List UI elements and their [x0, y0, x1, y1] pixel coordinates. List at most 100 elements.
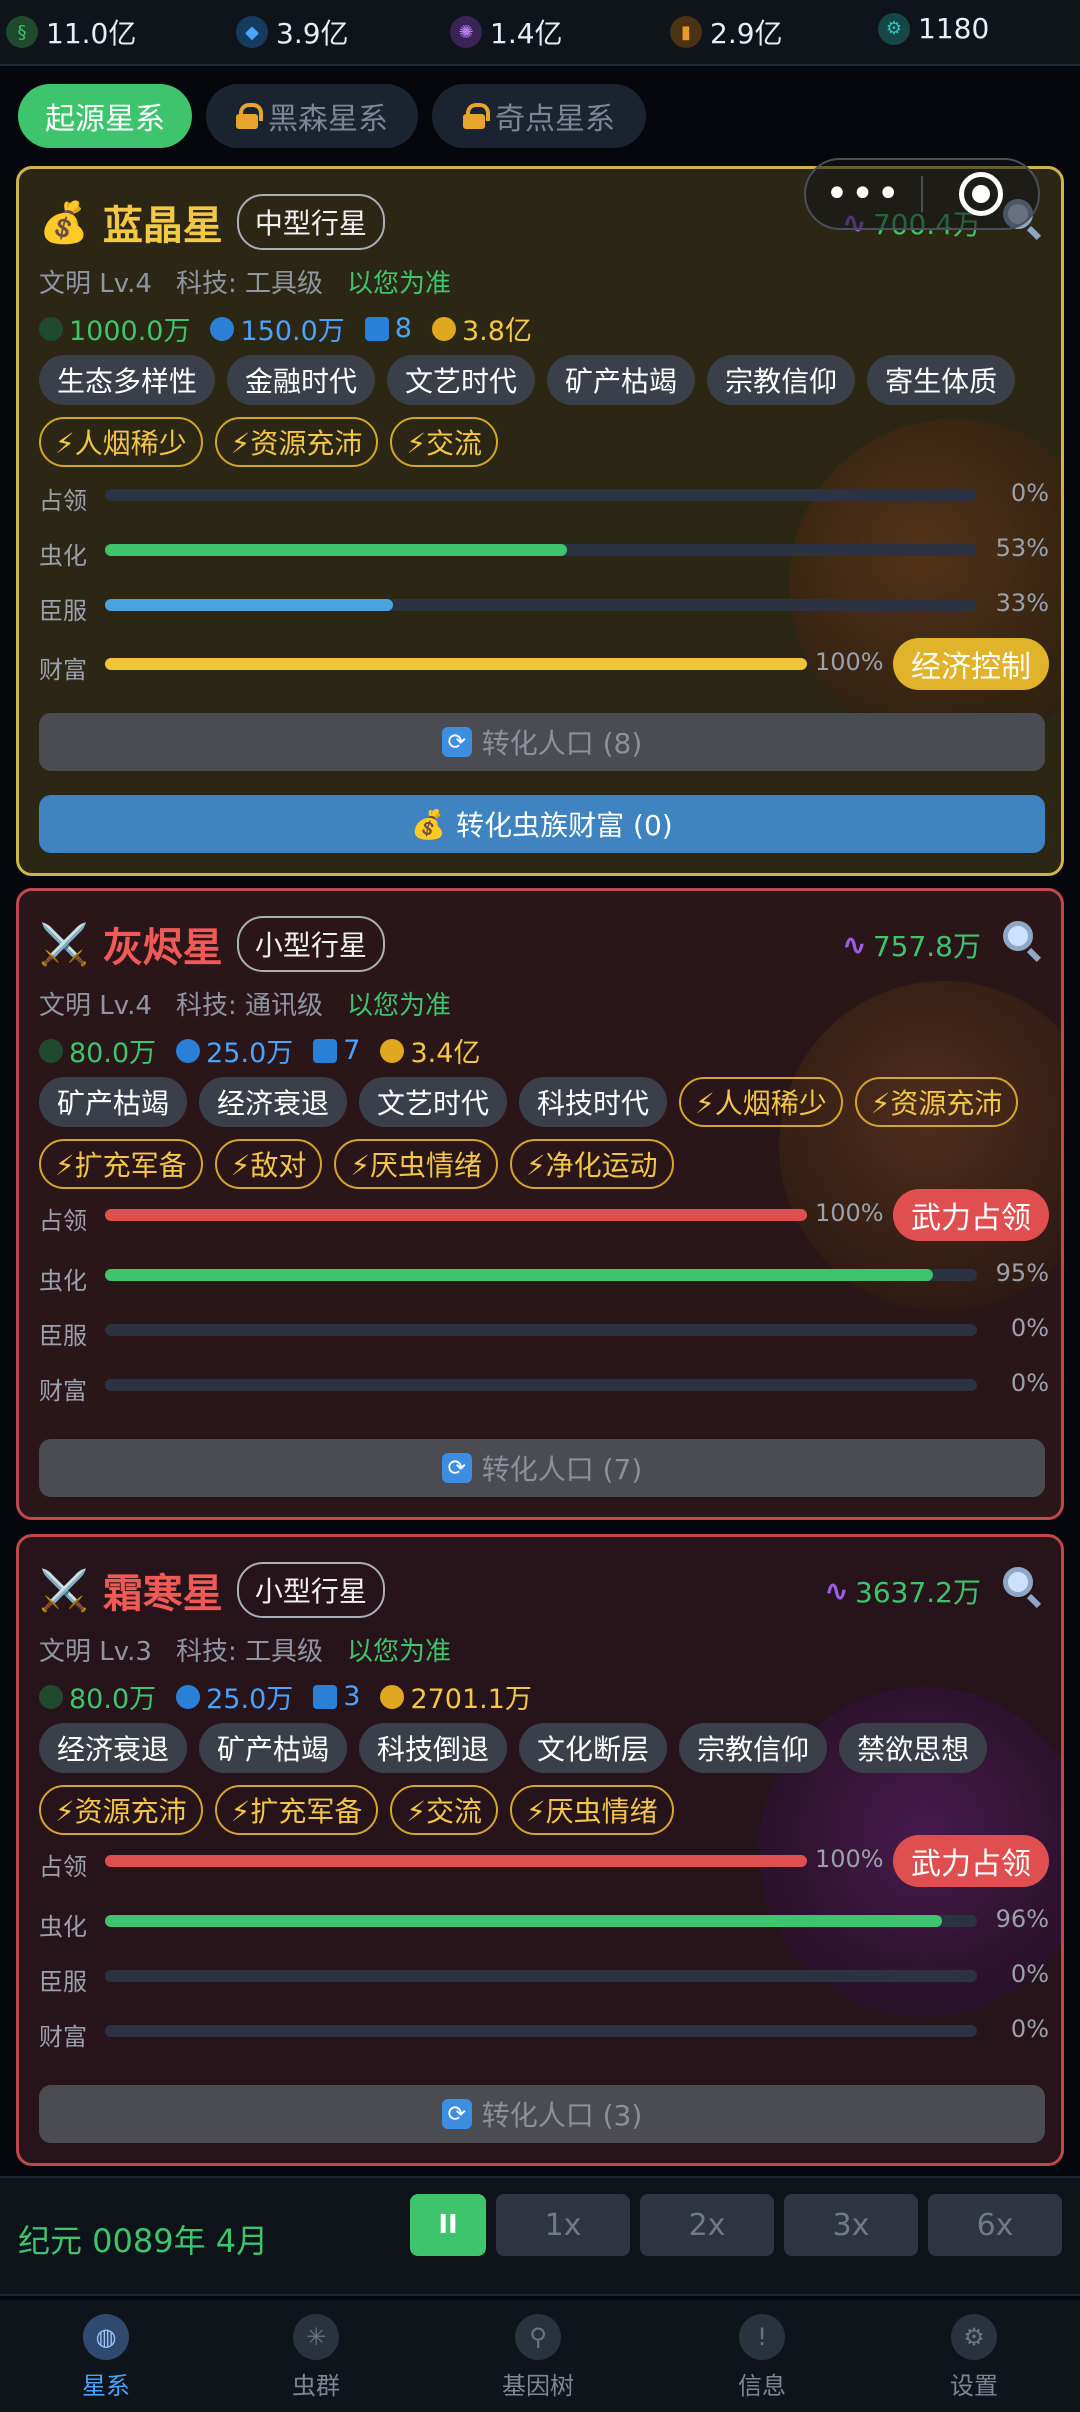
resource-gem: ◆ 3.9亿 — [236, 12, 349, 52]
convert-population-button[interactable]: ⟳ 转化人口 (3) — [39, 2085, 1045, 2143]
trait-tag: 文化断层 — [519, 1723, 668, 1773]
planet-header: ⚔️ 霜寒星 小型行星 — [39, 1561, 385, 1619]
coin-icon — [380, 1038, 405, 1063]
magnifier-icon[interactable] — [1001, 919, 1043, 963]
trait-tag: 经济衰退 — [39, 1723, 188, 1773]
trait-tag: 生态多样性 — [39, 355, 216, 405]
trait-tag: 文艺时代 — [387, 355, 536, 405]
bar-track — [105, 1970, 977, 1982]
trait-tag: 宗教信仰 — [707, 355, 856, 405]
nav-info[interactable]: ! 信息 — [682, 2314, 842, 2401]
pause-button[interactable]: II — [410, 2194, 486, 2256]
people-icon — [313, 1038, 338, 1063]
tech-level: 科技: 通讯级 — [175, 991, 323, 1021]
bar-label: 臣服 — [39, 1968, 87, 1996]
gem-icon: ◆ — [236, 16, 268, 48]
event-tag: ⚡敌对 — [214, 1139, 323, 1189]
bar-swarm: 虫化 53% — [39, 524, 1049, 579]
money-bag-icon: 💰 — [411, 807, 447, 841]
bar-percent: 0% — [1010, 2015, 1049, 2043]
speed-3x-button[interactable]: 3x — [784, 2194, 918, 2256]
bar-label: 臣服 — [39, 597, 87, 625]
event-tag: ⚡资源充沛 — [854, 1077, 1019, 1127]
stat-coin: 3.4亿 — [380, 1031, 480, 1070]
bar-label: 虫化 — [39, 1267, 87, 1295]
nav-swarm-label: 虫群 — [292, 2372, 340, 2400]
tab-heisen-system[interactable]: 黑森星系 — [206, 84, 418, 148]
refresh-icon: ⟳ — [441, 1453, 472, 1483]
event-tag: ⚡人烟稀少 — [679, 1077, 843, 1127]
convert-population-button[interactable]: ⟳ 转化人口 (8) — [39, 713, 1045, 771]
speed-6x-button[interactable]: 6x — [928, 2194, 1062, 2256]
planet-card-shuanghan: ⚔️ 霜寒星 小型行星 ∿ 3637.2万 文明 Lv.3 科技: 工具级 以您… — [16, 1534, 1064, 2166]
planet-card-lanjing: 💰 蓝晶星 中型行星 ∿ 700.4万 文明 Lv.4 科技: 工具级 以您为准… — [16, 166, 1064, 876]
bar-label: 财富 — [39, 2023, 87, 2051]
speed-1x-button[interactable]: 1x — [496, 2194, 630, 2256]
settings-icon: ⚙ — [951, 2314, 997, 2360]
bar-occupy: 占领 0% — [39, 469, 1049, 524]
bar-label: 占领 — [39, 1853, 87, 1881]
stat-gem: 25.0万 — [176, 1677, 293, 1716]
planet-card-huijin: ⚔️ 灰烬星 小型行星 ∿ 757.8万 文明 Lv.4 科技: 通讯级 以您为… — [16, 888, 1064, 1520]
nav-swarm[interactable]: ✳ 虫群 — [236, 2314, 396, 2401]
planet-stats: 1000.0万 150.0万 8 3.8亿 — [39, 309, 532, 348]
progress-bars: 占领 0% 虫化 53% 臣服 33% 财富 100% 经济控制 — [39, 469, 1049, 696]
bar-track — [105, 1209, 807, 1221]
bar-percent: 33% — [995, 589, 1049, 617]
planet-size-badge: 小型行星 — [236, 916, 385, 972]
resource-orb-value: 1.4亿 — [490, 17, 563, 50]
dna-icon: § — [6, 16, 38, 48]
civ-level: 文明 Lv.3 — [39, 1637, 152, 1667]
stat-dna: 1000.0万 — [39, 309, 190, 348]
speed-2x-button[interactable]: 2x — [640, 2194, 774, 2256]
trait-tags: 矿产枯竭 经济衰退 文艺时代 科技时代 ⚡人烟稀少 ⚡资源充沛 ⚡扩充军备 ⚡敌… — [39, 1077, 1049, 1189]
miniprogram-capsule: ••• — [804, 158, 1040, 230]
event-tag: ⚡交流 — [390, 1785, 499, 1835]
bar-track — [105, 2025, 977, 2037]
trait-tag: 金融时代 — [227, 355, 376, 405]
target-icon — [958, 172, 1003, 216]
tab-singularity-system[interactable]: 奇点星系 — [432, 84, 646, 148]
lock-icon — [463, 103, 490, 129]
energy-orb-icon: ✺ — [450, 16, 482, 48]
close-miniprogram-button[interactable] — [923, 172, 1038, 216]
bar-track — [105, 1855, 807, 1867]
bar-fill — [105, 1855, 807, 1867]
nav-gene-tree[interactable]: ⚲ 基因树 — [458, 2314, 618, 2401]
trait-tags: 生态多样性 金融时代 文艺时代 矿产枯竭 宗教信仰 寄生体质 ⚡人烟稀少 ⚡资源… — [39, 355, 1049, 467]
bar-fill — [105, 658, 807, 670]
force-occupy-button[interactable]: 武力占领 — [893, 1835, 1049, 1887]
tab-origin-system[interactable]: 起源星系 — [18, 84, 192, 148]
event-tag: ⚡资源充沛 — [214, 417, 379, 467]
convert-wealth-button[interactable]: 💰 转化虫族财富 (0) — [39, 795, 1045, 853]
bar-percent: 53% — [995, 534, 1049, 562]
resource-dna-value: 11.0亿 — [46, 17, 137, 50]
bar-percent: 96% — [995, 1905, 1049, 1933]
bar-fill — [105, 599, 393, 611]
worm-value: ∿ 757.8万 — [842, 925, 981, 965]
bar-percent: 100% — [815, 648, 884, 676]
worm-icon: ∿ — [823, 1573, 850, 1609]
trait-tags: 经济衰退 矿产枯竭 科技倒退 文化断层 宗教信仰 禁欲思想 ⚡资源充沛 ⚡扩充军… — [39, 1723, 1049, 1835]
stat-dna-value: 80.0万 — [69, 1038, 157, 1069]
convert-population-label: 转化人口 (8) — [481, 727, 643, 760]
convert-population-button[interactable]: ⟳ 转化人口 (7) — [39, 1439, 1045, 1497]
planet-note: 以您为准 — [346, 991, 451, 1021]
magnifier-icon[interactable] — [1001, 1565, 1043, 1609]
tech-level: 科技: 工具级 — [175, 269, 323, 299]
trait-tag: 寄生体质 — [867, 355, 1016, 405]
planet-size-badge: 中型行星 — [236, 194, 385, 250]
economic-control-button[interactable]: 经济控制 — [893, 638, 1049, 690]
more-menu-button[interactable]: ••• — [806, 171, 921, 217]
force-occupy-button[interactable]: 武力占领 — [893, 1189, 1049, 1241]
bar-label: 财富 — [39, 656, 87, 684]
coin-icon — [431, 316, 456, 341]
planet-stats: 80.0万 25.0万 3 2701.1万 — [39, 1677, 532, 1716]
gem-icon — [210, 316, 235, 341]
nav-galaxy-label: 星系 — [82, 2372, 130, 2400]
bar-percent: 0% — [1010, 1960, 1049, 1988]
nav-galaxy[interactable]: ◍ 星系 — [26, 2314, 186, 2401]
planet-name: 蓝晶星 — [102, 203, 223, 249]
bar-label: 虫化 — [39, 542, 87, 570]
nav-settings[interactable]: ⚙ 设置 — [894, 2314, 1054, 2401]
